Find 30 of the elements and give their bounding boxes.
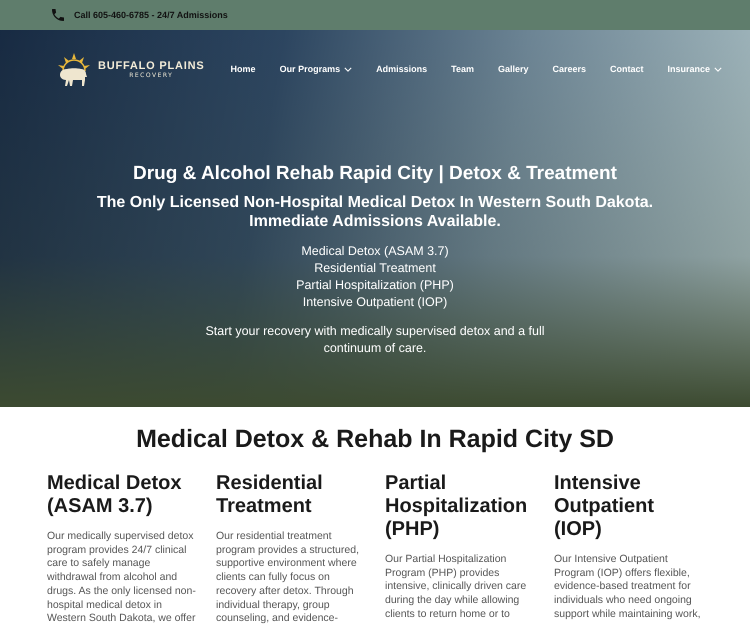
phone-text[interactable]: Call 605-460-6785 - 24/7 Admissions xyxy=(74,10,228,20)
column-title: Medical Detox (ASAM 3.7) xyxy=(47,472,182,518)
column-title: Partial Hospitalization (PHP) xyxy=(385,472,528,541)
column-text: Our Partial Hospitalization Program (PHP) provides intensive, clinically driven care during the day while allowing clients to return home or to xyxy=(385,553,528,622)
nav-link[interactable]: Team xyxy=(439,64,486,74)
nav-link[interactable]: Admissions xyxy=(364,64,440,74)
chevron-down-icon xyxy=(714,66,722,72)
nav-link[interactable]: Gallery xyxy=(486,64,540,74)
program-item: Intensive Outpatient (IOP) xyxy=(302,294,448,311)
nav-link[interactable]: Contact xyxy=(598,64,656,74)
nav-link[interactable]: Careers xyxy=(540,64,598,74)
phone-icon xyxy=(50,7,66,23)
buffalo-sun-logo-icon[interactable] xyxy=(56,51,92,87)
column-title: Intensive Outpatient (IOP) xyxy=(554,472,655,541)
hero-title: Drug & Alcohol Rehab Rapid City | Detox & Treatment xyxy=(132,163,618,185)
column-title: Residential Treatment xyxy=(216,472,324,518)
nav-link[interactable]: Home xyxy=(218,64,268,74)
section-title: Medical Detox & Rehab In Rapid City SD xyxy=(135,425,615,454)
nav-link[interactable]: Our Programs xyxy=(268,64,364,74)
logo-name[interactable]: BUFFALO PLAINS xyxy=(98,60,205,72)
hero-subtitle: The Only Licensed Non-Hospital Medical Detox In Western South Dakota. Immediate Admissions Available. xyxy=(96,193,654,231)
program-item: Partial Hospitalization (PHP) xyxy=(295,277,455,294)
column-text: Our Intensive Outpatient Program (IOP) offers flexible, evidence-based treatment for individuals who need ongoing support while maintaining work, xyxy=(554,553,702,622)
program-item: Medical Detox (ASAM 3.7) xyxy=(300,243,450,260)
column-text: Our medically supervised detox program provides 24/7 clinical care to safely manage withdrawal from alcohol and drugs. As the only licensed non-hospital medical detox in Western South Dakota, we offer xyxy=(47,530,197,626)
nav-link[interactable]: Insurance xyxy=(656,64,734,74)
program-item: Residential Treatment xyxy=(313,260,437,277)
chevron-down-icon xyxy=(344,66,352,72)
hero-text: Start your recovery with medically supervised detox and a full continuum of care. xyxy=(204,323,546,357)
column-text: Our residential treatment program provides a structured, supportive environment where clients can fully focus on recovery after detox. Through individual therapy, group counseling, and evidence- xyxy=(216,530,360,626)
